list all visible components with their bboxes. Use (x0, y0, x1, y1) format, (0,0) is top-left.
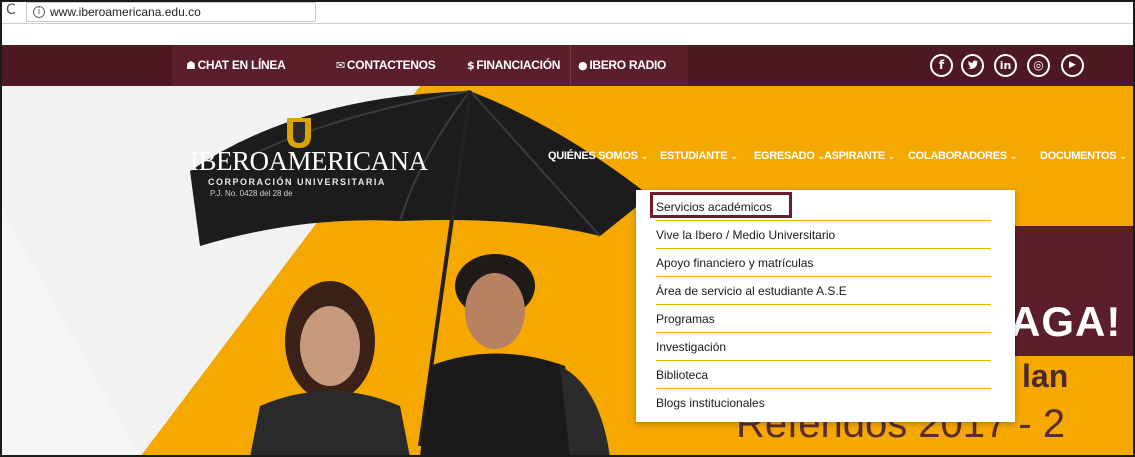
logo-emblem-icon (287, 118, 311, 148)
menu-item-programas[interactable]: Programas (656, 305, 991, 333)
menu-item-area-servicio[interactable]: Área de servicio al estudiante A.S.E (656, 277, 991, 305)
selection-highlight (650, 192, 792, 218)
chevron-down-icon: ⌄ (887, 152, 896, 162)
nav-egresado[interactable]: EGRESADO ⌄ (754, 150, 825, 162)
instagram-icon[interactable]: ◎ (1027, 54, 1050, 77)
microphone-icon: ● (578, 59, 588, 72)
info-icon[interactable]: i (33, 6, 45, 18)
estudiante-dropdown-menu: Servicios académicos Vive la Ibero / Med… (636, 190, 1015, 422)
contact-link[interactable]: ✉ CONTACTENOS (336, 45, 436, 86)
promo-headline: AGA! (1010, 298, 1122, 345)
reload-icon[interactable]: C (6, 2, 16, 18)
chat-label: CHAT EN LÍNEA (197, 58, 286, 72)
chevron-down-icon: ⌄ (1119, 152, 1127, 162)
menu-item-apoyo-financiero[interactable]: Apoyo financiero y matrículas (656, 249, 991, 277)
browser-address-bar: C i www.iberoamericana.edu.co (0, 0, 1135, 24)
facebook-icon[interactable]: f (930, 54, 953, 77)
url-field[interactable]: i www.iberoamericana.edu.co (26, 2, 316, 22)
financing-label: FINANCIACIÓN (476, 58, 561, 72)
menu-item-biblioteca[interactable]: Biblioteca (656, 361, 991, 389)
twitter-icon[interactable] (961, 54, 984, 77)
chevron-down-icon: ⌄ (730, 152, 738, 162)
url-text[interactable]: www.iberoamericana.edu.co (50, 5, 201, 19)
nav-label: EGRESADO (754, 150, 815, 162)
radio-link[interactable]: ● IBERO RADIO (578, 45, 666, 86)
chevron-down-icon: ⌄ (1009, 152, 1018, 162)
topnav-left-panel (0, 45, 172, 86)
nav-estudiante[interactable]: ESTUDIANTE ⌄ (660, 150, 738, 162)
chat-link[interactable]: ☗ CHAT EN LÍNEA (186, 45, 286, 86)
users-icon: ☗ (186, 59, 196, 72)
logo-name[interactable]: IBEROAMERICANA (190, 146, 428, 177)
nav-label: DOCUMENTOS (1040, 150, 1117, 162)
nav-label: COLABORADORES (908, 150, 1007, 162)
active-nav-underline (660, 170, 754, 172)
promo-subheadline: lan (1022, 358, 1069, 394)
nav-label: ESTUDIANTE (660, 150, 728, 162)
chevron-down-icon: ⌄ (640, 152, 649, 162)
nav-label: ASPIRANTE (824, 150, 885, 162)
financing-link[interactable]: $ FINANCIACIÓN (467, 45, 560, 86)
dollar-icon: $ (467, 59, 475, 72)
contact-label: CONTACTENOS (346, 58, 436, 72)
nav-aspirante[interactable]: ASPIRANTE ⌄ (824, 150, 895, 162)
menu-item-blogs[interactable]: Blogs institucionales (656, 389, 991, 417)
menu-item-vive-la-ibero[interactable]: Vive la Ibero / Medio Universitario (656, 221, 991, 249)
envelope-icon: ✉ (336, 59, 345, 72)
nav-label: QUIÉNES SOMOS (548, 150, 638, 162)
nav-colaboradores[interactable]: COLABORADORES ⌄ (908, 150, 1017, 162)
youtube-icon[interactable]: ▶ (1061, 54, 1084, 77)
radio-label: IBERO RADIO (589, 58, 667, 72)
menu-item-investigacion[interactable]: Investigación (656, 333, 991, 361)
logo-resolution: P.J. No. 0428 del 28 de (210, 189, 293, 198)
top-navigation-bar: ☗ CHAT EN LÍNEA ✉ CONTACTENOS $ FINANCIACIÓ… (0, 45, 1135, 86)
nav-documentos[interactable]: DOCUMENTOS ⌄ (1040, 150, 1127, 162)
linkedin-icon[interactable]: in (994, 54, 1017, 77)
topnav-divider (570, 45, 571, 86)
logo-subtitle: CORPORACIÓN UNIVERSITARIA (208, 177, 386, 187)
nav-quienes-somos[interactable]: QUIÉNES SOMOS ⌄ (548, 150, 648, 162)
